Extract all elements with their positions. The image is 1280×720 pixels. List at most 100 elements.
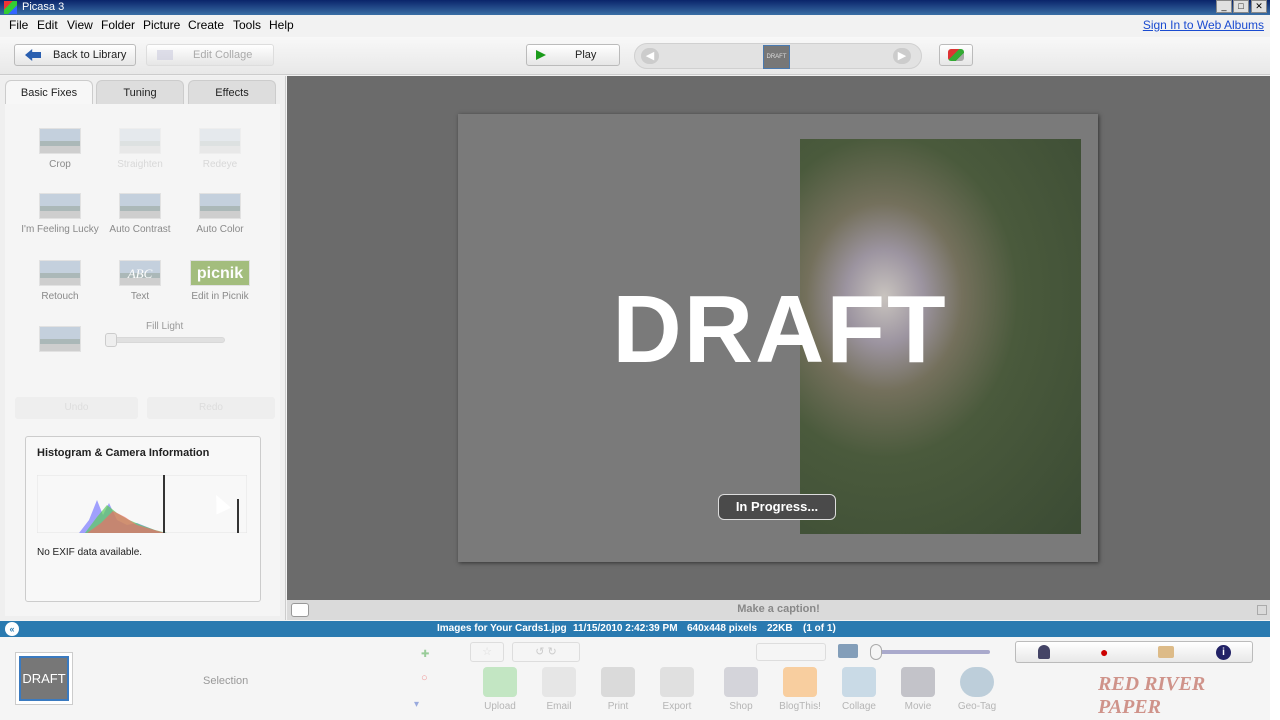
auto-contrast-tool[interactable]: Auto Contrast [100, 193, 180, 235]
email-button[interactable]: Email [534, 667, 584, 712]
web-album-button[interactable] [939, 44, 973, 66]
back-label: Back to Library [53, 49, 127, 61]
rotate-buttons[interactable]: ↺ ↻ [512, 642, 580, 662]
clear-selection-icon[interactable]: ○ [421, 672, 428, 684]
retouch-tool[interactable]: Retouch [20, 260, 100, 302]
play-button[interactable]: Play [526, 44, 620, 66]
print-button[interactable]: Print [593, 667, 643, 712]
movie-label: Movie [904, 701, 932, 712]
redo-button[interactable]: Redo [147, 397, 275, 419]
draft-watermark: DRAFT [612, 276, 948, 383]
collage-label: Collage [842, 701, 876, 712]
filmstrip-navigator: ◀ DRAFT ▶ [634, 43, 922, 69]
hold-pin-icon[interactable]: ✚ [421, 649, 429, 660]
close-button[interactable]: ✕ [1251, 0, 1267, 13]
toolbar: Back to Library Edit Collage Play ◀ DRAF… [0, 37, 1270, 75]
color-thumb [199, 193, 241, 219]
exif-message: No EXIF data available. [37, 547, 143, 558]
crop-tool[interactable]: Crop [20, 128, 100, 170]
lucky-label: I'm Feeling Lucky [21, 224, 99, 235]
info-icon[interactable]: i [1216, 645, 1231, 660]
tray-thumbnail[interactable]: DRAFT [19, 656, 69, 701]
title-bar: Picasa 3 _ □ ✕ [0, 0, 1280, 15]
retouch-label: Retouch [41, 291, 79, 302]
menu-picture[interactable]: Picture [143, 18, 180, 32]
tab-basic-fixes[interactable]: Basic Fixes [5, 80, 93, 104]
collapse-tray-icon[interactable]: « [5, 622, 19, 636]
blogthis-button[interactable]: BlogThis! [775, 667, 825, 712]
shop-button[interactable]: Shop [716, 667, 766, 712]
email-label: Email [546, 701, 572, 712]
album-upload-icon [948, 49, 964, 61]
view-mode-buttons[interactable] [756, 643, 826, 661]
histogram-title: Histogram & Camera Information [37, 447, 210, 459]
caption-input[interactable]: Make a caption! [287, 603, 1270, 615]
blogthis-label: BlogThis! [779, 701, 821, 712]
print-label: Print [607, 701, 629, 712]
picnik-tool[interactable]: picnik Edit in Picnik [180, 260, 260, 302]
collage-icon [157, 50, 173, 60]
movie-button[interactable]: Movie [893, 667, 943, 712]
menu-create[interactable]: Create [188, 18, 224, 32]
previous-arrow-icon[interactable]: ◀ [641, 48, 659, 64]
redeye-tool[interactable]: Redeye [180, 128, 260, 170]
blogger-icon [783, 667, 817, 697]
upload-button[interactable]: Upload [475, 667, 525, 712]
export-icon [660, 667, 694, 697]
status-filename: Images for Your Cards1.jpg [437, 623, 567, 634]
back-to-library-button[interactable]: Back to Library [14, 44, 136, 66]
status-count: (1 of 1) [803, 623, 836, 634]
text-tool[interactable]: ABC Text [100, 260, 180, 302]
caption-expand-icon[interactable] [1257, 605, 1267, 615]
tab-tuning[interactable]: Tuning [96, 80, 184, 104]
thumbnail-size-slider[interactable] [870, 644, 990, 660]
play-label: Play [575, 49, 597, 61]
star-button[interactable]: ☆ [470, 642, 504, 662]
menu-view[interactable]: View [67, 18, 93, 32]
auto-color-tool[interactable]: Auto Color [180, 193, 260, 235]
retouch-thumb [39, 260, 81, 286]
redeye-label: Redeye [202, 159, 238, 170]
menu-bar: File Edit View Folder Picture Create Too… [0, 15, 1280, 35]
picnik-logo: picnik [190, 260, 250, 286]
status-size: 22KB [767, 623, 793, 634]
tab-effects[interactable]: Effects [188, 80, 276, 104]
menu-help[interactable]: Help [269, 18, 294, 32]
menu-folder[interactable]: Folder [101, 18, 135, 32]
next-arrow-icon[interactable]: ▶ [893, 48, 911, 64]
shop-icon [724, 667, 758, 697]
globe-icon [960, 667, 994, 697]
edit-collage-label: Edit Collage [193, 49, 253, 61]
sign-in-link[interactable]: Sign In to Web Albums [1143, 18, 1264, 32]
geo-tag-button[interactable]: Geo-Tag [952, 667, 1002, 712]
add-to-album-icon[interactable]: ▾ [414, 699, 419, 710]
menu-file[interactable]: File [9, 18, 28, 32]
thumbnail-slider-handle[interactable] [870, 644, 882, 660]
menu-tools[interactable]: Tools [233, 18, 261, 32]
filmstrip-thumbnail[interactable]: DRAFT [763, 45, 790, 69]
fill-light-slider[interactable] [105, 333, 225, 347]
edit-collage-button[interactable]: Edit Collage [146, 44, 274, 66]
tags-icon[interactable] [1158, 646, 1174, 658]
collage-button[interactable]: Collage [834, 667, 884, 712]
export-button[interactable]: Export [652, 667, 702, 712]
export-label: Export [662, 701, 692, 712]
play-icon [536, 50, 546, 60]
status-date: 11/15/2010 2:42:39 PM [573, 623, 678, 634]
red-river-paper-logo: RED RIVER PAPER [1098, 673, 1206, 718]
crop-thumb [39, 128, 81, 154]
fill-light-preview [20, 326, 100, 357]
photo-tray: DRAFT Selection ✚ ○ ▾ ☆ ↺ ↻ Upload Email… [0, 637, 1270, 720]
maximize-button[interactable]: □ [1233, 0, 1249, 13]
in-progress-indicator: In Progress... [718, 494, 836, 520]
places-pin-icon[interactable]: ● [1100, 644, 1108, 660]
undo-button[interactable]: Undo [15, 397, 138, 419]
minimize-button[interactable]: _ [1216, 0, 1232, 13]
menu-edit[interactable]: Edit [37, 18, 58, 32]
status-dimensions: 640x448 pixels [687, 623, 758, 634]
contrast-thumb [119, 193, 161, 219]
feeling-lucky-tool[interactable]: I'm Feeling Lucky [20, 193, 100, 235]
fill-light-handle[interactable] [105, 333, 117, 347]
straighten-tool[interactable]: Straighten [100, 128, 180, 170]
people-icon[interactable] [1038, 645, 1050, 659]
